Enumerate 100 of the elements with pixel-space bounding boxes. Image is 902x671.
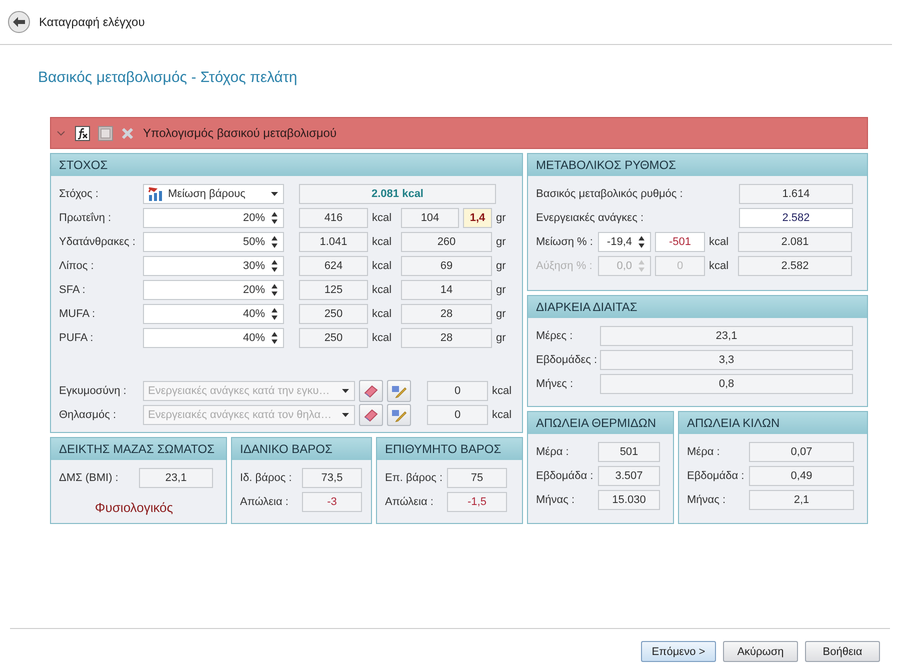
unit-label: kcal — [371, 332, 393, 344]
function-icon — [98, 126, 113, 140]
value-field: 260 — [401, 232, 492, 252]
dialog-button[interactable]: Βοήθεια — [805, 641, 880, 662]
value-field: 2,1 — [749, 490, 854, 510]
field-label: ΔΜΣ (BMI) : — [59, 472, 120, 484]
field-label: Θηλασμός : — [59, 409, 118, 421]
percent-spinner[interactable]: 20% — [143, 208, 284, 228]
caret-icon — [342, 389, 349, 393]
eraser-icon — [363, 384, 379, 398]
field-label: Εβδομάδα : — [687, 470, 746, 482]
unit-label: kcal — [371, 260, 393, 272]
option-dropdown[interactable]: Ενεργειακές ανάγκες κατά την εγκυ… — [143, 381, 355, 401]
input-field: 2.582 — [739, 208, 853, 228]
value-field: 23,1 — [600, 326, 853, 346]
percent-spinner[interactable]: 40% — [143, 304, 284, 324]
value-field: 69 — [401, 256, 492, 276]
field-label: MUFA : — [59, 308, 96, 320]
value-field: 624 — [299, 256, 368, 276]
panel-header: ΕΠΙΘΥΜΗΤΟ ΒΑΡΟΣ — [377, 438, 522, 460]
formula-button[interactable] — [75, 126, 90, 140]
value-field: 0,8 — [600, 374, 853, 394]
value-field: 0,49 — [749, 466, 854, 486]
unit-label: gr — [495, 284, 507, 296]
window-title: Καταγραφή ελέγχου — [39, 15, 145, 29]
function-icon — [75, 126, 90, 140]
field-label: Εγκυμοσύνη : — [59, 385, 128, 397]
spin-arrows-icon — [271, 283, 278, 297]
back-button[interactable] — [8, 11, 30, 33]
percent-spinner[interactable]: -19,4 — [598, 232, 651, 252]
input-field: -501 — [655, 232, 705, 252]
field-label: Μήνας : — [536, 494, 576, 506]
input-field: 0 — [655, 256, 705, 276]
field-label: Αύξηση % : — [536, 260, 594, 272]
caret-icon — [271, 192, 278, 196]
value-field: 14 — [401, 280, 492, 300]
dialog-button[interactable]: Ακύρωση — [723, 641, 798, 662]
clear-button[interactable] — [359, 380, 383, 402]
total-field: 2.081 kcal — [299, 184, 496, 204]
panel-header: ΑΠΩΛΕΙΑ ΘΕΡΜΙΔΩΝ — [528, 412, 673, 434]
section-title: Υπολογισμός βασικού μεταβολισμού — [143, 126, 337, 140]
goal-dropdown[interactable]: Μείωση βάρους — [143, 184, 284, 204]
field-label: Εβδομάδες : — [536, 354, 598, 366]
value-field: 416 — [299, 208, 368, 228]
clear-button[interactable] — [359, 404, 383, 426]
field-label: Στόχος : — [59, 188, 100, 200]
unit-label: gr — [495, 332, 507, 344]
panel-header: ΔΙΑΡΚΕΙΑ ΔΙΑΙΤΑΣ — [528, 296, 867, 318]
spin-arrows-icon — [638, 235, 645, 249]
percent-spinner[interactable]: 50% — [143, 232, 284, 252]
field-label: Πρωτεΐνη : — [59, 212, 112, 224]
percent-spinner[interactable]: 20% — [143, 280, 284, 300]
eraser-icon — [363, 408, 379, 422]
unit-label: kcal — [371, 236, 393, 248]
field-label: Βασικός μεταβολικός ρυθμός : — [536, 188, 684, 200]
field-label: Υδατάνθρακες : — [59, 236, 136, 248]
unit-label: gr — [495, 212, 507, 224]
value-field: 501 — [598, 442, 660, 462]
unit-label: kcal — [708, 236, 730, 248]
spin-arrows-icon — [271, 235, 278, 249]
percent-spinner[interactable]: 30% — [143, 256, 284, 276]
close-icon — [121, 126, 134, 140]
unit-label: kcal — [491, 409, 513, 421]
value-field: 75 — [447, 468, 507, 488]
field-label: Εβδομάδα : — [536, 470, 594, 482]
value-field: 28 — [401, 328, 492, 348]
edit-button[interactable] — [387, 380, 411, 402]
option-dropdown[interactable]: Ενεργειακές ανάγκες κατά τον θηλα… — [143, 405, 355, 425]
unit-label: gr — [495, 236, 507, 248]
value-field: 23,1 — [139, 468, 213, 488]
value-field: 3,3 — [600, 350, 853, 370]
value-field: 0 — [427, 381, 488, 401]
spin-arrows-icon — [271, 331, 278, 345]
chart-icon — [148, 187, 164, 201]
unit-label: kcal — [371, 308, 393, 320]
spin-arrows-icon — [638, 259, 645, 273]
unit-label: kcal — [491, 385, 513, 397]
value-field: 0,07 — [749, 442, 854, 462]
close-button[interactable] — [121, 126, 134, 140]
field-label: Λίπος : — [59, 260, 95, 272]
field-label: Απώλεια : — [240, 496, 290, 508]
field-label: Μέρα : — [536, 446, 570, 458]
panel-header: ΑΠΩΛΕΙΑ ΚΙΛΩΝ — [679, 412, 867, 434]
edit-button[interactable] — [387, 404, 411, 426]
unit-label: gr — [495, 308, 507, 320]
value-field: 73,5 — [302, 468, 362, 488]
field-label: Μήνας : — [687, 494, 727, 506]
status-text: Φυσιολογικός — [94, 499, 174, 515]
pencil-icon — [391, 408, 407, 422]
value-field: 2.582 — [738, 256, 852, 276]
collapse-button[interactable] — [57, 130, 67, 136]
value-field: -1,5 — [447, 492, 507, 512]
spin-arrows-icon — [271, 307, 278, 321]
caret-icon — [342, 413, 349, 417]
panel-header: ΜΕΤΑΒΟΛΙΚΟΣ ΡΥΘΜΟΣ — [528, 154, 867, 176]
dialog-button[interactable]: Επόμενο > — [641, 641, 716, 662]
field-label: Ιδ. βάρος : — [240, 472, 293, 484]
value-field: 125 — [299, 280, 368, 300]
percent-spinner[interactable]: 40% — [143, 328, 284, 348]
panel-header: ΣΤΟΧΟΣ — [51, 154, 522, 176]
